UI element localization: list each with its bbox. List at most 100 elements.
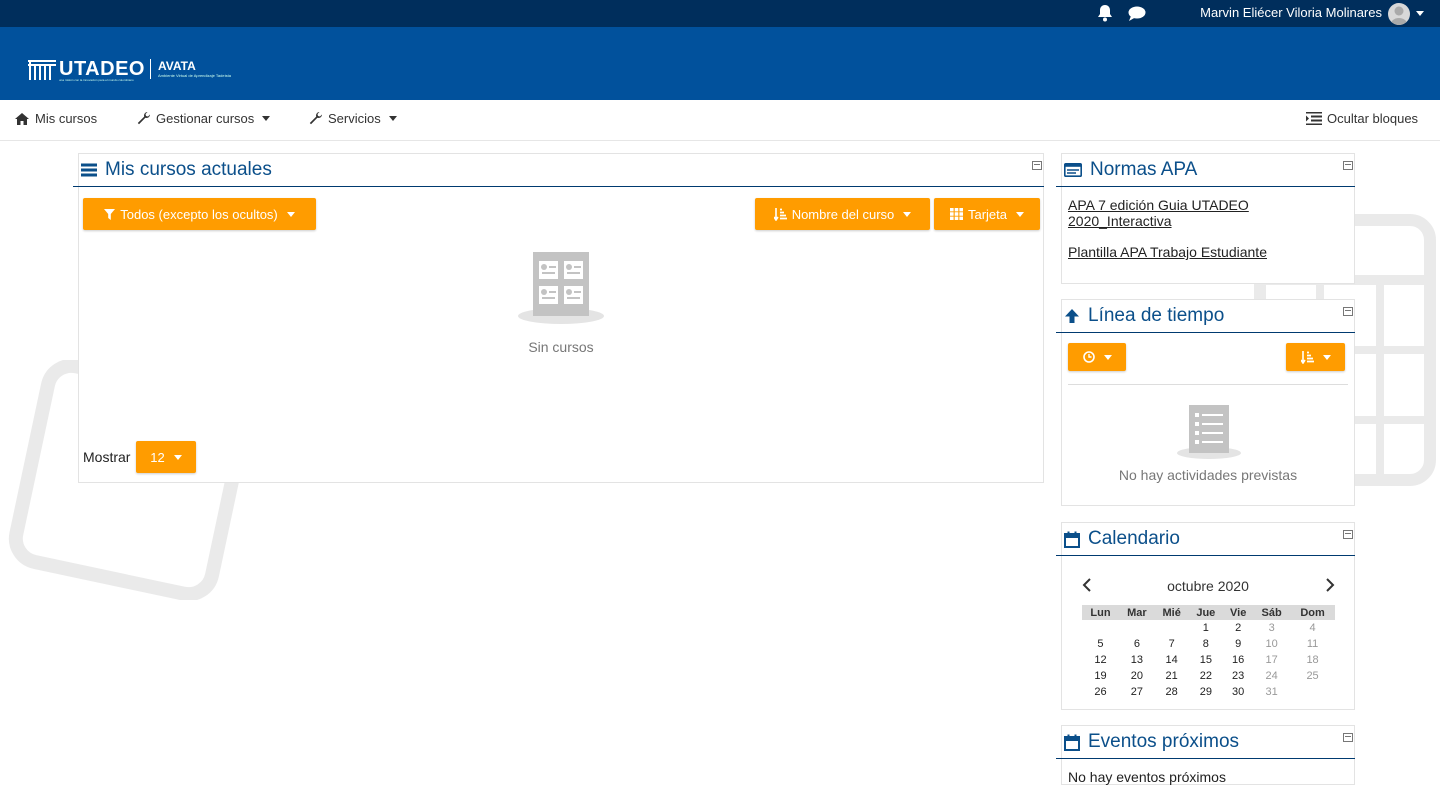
timeline-sort-dropdown[interactable] xyxy=(1286,343,1345,371)
weekday: Mar xyxy=(1118,605,1155,620)
calendar-day[interactable]: 10 xyxy=(1253,636,1290,652)
calendar-week: 19 20 21 22 23 24 25 xyxy=(1082,668,1335,684)
collapse-icon[interactable] xyxy=(1343,530,1353,539)
platform-name: AVATA xyxy=(158,59,196,73)
no-activities-illustration xyxy=(1177,405,1241,459)
collapse-icon[interactable] xyxy=(1343,733,1353,742)
course-filter-label: Todos (excepto los ocultos) xyxy=(120,206,278,222)
calendar-day[interactable]: 16 xyxy=(1223,652,1253,668)
calendar-block: Calendario octubre 2020 Lun Mar Mié Jue … xyxy=(1056,522,1355,710)
calendar-header: Calendario xyxy=(1056,523,1355,556)
chevron-down-icon xyxy=(1322,354,1331,360)
timeline-divider xyxy=(1068,384,1348,385)
calendar-day[interactable]: 28 xyxy=(1155,684,1189,700)
course-view-dropdown[interactable]: Tarjeta xyxy=(934,198,1040,230)
calendar-day[interactable]: 24 xyxy=(1253,668,1290,684)
page-size-dropdown[interactable]: 12 xyxy=(136,441,196,473)
grid-icon xyxy=(949,208,963,220)
calendar-day[interactable]: 31 xyxy=(1253,684,1290,700)
weekday: Vie xyxy=(1223,605,1254,620)
chevron-down-icon xyxy=(286,211,295,217)
upcoming-events-header: Eventos próximos xyxy=(1056,726,1355,759)
show-label: Mostrar xyxy=(83,449,131,465)
weekday: Jue xyxy=(1188,605,1224,620)
calendar-day[interactable]: 3 xyxy=(1253,620,1290,636)
utadeo-logo-icon xyxy=(28,60,56,80)
calendar-day[interactable]: 26 xyxy=(1082,684,1119,700)
apa-guide-line2: 2020_Interactiva xyxy=(1068,213,1172,229)
calendar-day[interactable]: 13 xyxy=(1119,652,1155,668)
collapse-icon[interactable] xyxy=(1032,161,1042,170)
indent-icon xyxy=(1306,112,1322,125)
logo-separator xyxy=(150,59,151,79)
course-view-label: Tarjeta xyxy=(967,206,1008,222)
calendar-day[interactable]: 29 xyxy=(1188,684,1223,700)
header-banner: UTADEO una misión con la innovación para… xyxy=(0,27,1440,100)
user-avatar[interactable] xyxy=(1388,3,1410,25)
collapse-icon[interactable] xyxy=(1343,161,1353,170)
chevron-down-icon xyxy=(388,116,397,121)
calendar-day[interactable]: 2 xyxy=(1223,620,1253,636)
hide-blocks-label: Ocultar bloques xyxy=(1327,111,1419,126)
chevron-down-icon xyxy=(1103,354,1112,360)
main-navbar: Mis cursos Gestionar cursos Servicios Oc… xyxy=(0,100,1440,141)
nav-gestionar-cursos[interactable]: Gestionar cursos xyxy=(136,111,271,126)
calendar-day[interactable]: 9 xyxy=(1223,636,1253,652)
list-icon xyxy=(81,163,97,177)
collapse-icon[interactable] xyxy=(1343,307,1353,316)
calendar-day[interactable]: 23 xyxy=(1223,668,1253,684)
course-sort-dropdown[interactable]: Nombre del curso xyxy=(755,198,930,230)
calendar-day[interactable]: 5 xyxy=(1082,636,1119,652)
arrow-up-icon xyxy=(1065,309,1079,323)
calendar-day[interactable]: 30 xyxy=(1223,684,1253,700)
page-size-value: 12 xyxy=(150,449,165,465)
filter-icon xyxy=(104,208,116,220)
course-sort-label: Nombre del curso xyxy=(791,206,895,222)
calendar-day[interactable]: 6 xyxy=(1119,636,1155,652)
calendar-day[interactable]: 21 xyxy=(1155,668,1189,684)
home-icon xyxy=(15,112,29,125)
chat-icon[interactable] xyxy=(1128,6,1146,21)
apa-title: Normas APA xyxy=(1090,159,1198,180)
calendar-day xyxy=(1155,620,1189,636)
hide-blocks-button[interactable]: Ocultar bloques xyxy=(1306,111,1418,126)
apa-template-link[interactable]: Plantilla APA Trabajo Estudiante xyxy=(1068,244,1267,260)
my-courses-header: Mis cursos actuales xyxy=(73,154,1044,187)
calendar-day xyxy=(1119,620,1155,636)
nav-mis-cursos-label: Mis cursos xyxy=(35,111,98,126)
calendar-day[interactable]: 4 xyxy=(1290,620,1335,636)
nav-servicios[interactable]: Servicios xyxy=(308,111,397,126)
my-courses-block: Mis cursos actuales Todos (excepto los o… xyxy=(73,153,1044,483)
calendar-day[interactable]: 1 xyxy=(1188,620,1223,636)
apa-guide-link[interactable]: APA 7 edición Guia UTADEO 2020_Interacti… xyxy=(1068,197,1249,229)
calendar-day[interactable]: 8 xyxy=(1188,636,1223,652)
calendar-day[interactable]: 20 xyxy=(1119,668,1155,684)
weekday: Dom xyxy=(1290,605,1335,620)
timeline-filter-dropdown[interactable] xyxy=(1068,343,1126,371)
chevron-down-icon xyxy=(262,116,271,121)
calendar-day[interactable]: 19 xyxy=(1082,668,1119,684)
calendar-day[interactable]: 15 xyxy=(1188,652,1223,668)
nav-mis-cursos[interactable]: Mis cursos xyxy=(14,111,97,126)
calendar-day[interactable]: 7 xyxy=(1155,636,1189,652)
apa-block: Normas APA APA 7 edición Guia UTADEO 202… xyxy=(1056,153,1355,284)
timeline-title: Línea de tiempo xyxy=(1088,305,1225,326)
user-name[interactable]: Marvin Eliécer Viloria Molinares xyxy=(1200,5,1382,20)
chevron-down-icon xyxy=(903,211,912,217)
calendar-day[interactable]: 14 xyxy=(1155,652,1189,668)
calendar-day[interactable]: 18 xyxy=(1290,652,1335,668)
timeline-block: Línea de tiempo No hay actividades previ… xyxy=(1056,299,1355,506)
course-filter-dropdown[interactable]: Todos (excepto los ocultos) xyxy=(83,198,316,230)
chevron-right-icon[interactable] xyxy=(1325,578,1335,592)
brand-tagline: una misión con la innovación para el mun… xyxy=(59,78,134,82)
calendar-day[interactable]: 27 xyxy=(1119,684,1155,700)
bell-icon[interactable] xyxy=(1097,4,1113,22)
calendar-day[interactable]: 25 xyxy=(1290,668,1335,684)
calendar-day[interactable]: 17 xyxy=(1253,652,1290,668)
calendar-day[interactable]: 11 xyxy=(1290,636,1335,652)
calendar-day[interactable]: 12 xyxy=(1082,652,1119,668)
calendar-day xyxy=(1290,684,1335,700)
calendar-day[interactable]: 22 xyxy=(1188,668,1223,684)
user-menu-caret[interactable] xyxy=(1416,11,1424,16)
weekday: Sáb xyxy=(1253,605,1291,620)
